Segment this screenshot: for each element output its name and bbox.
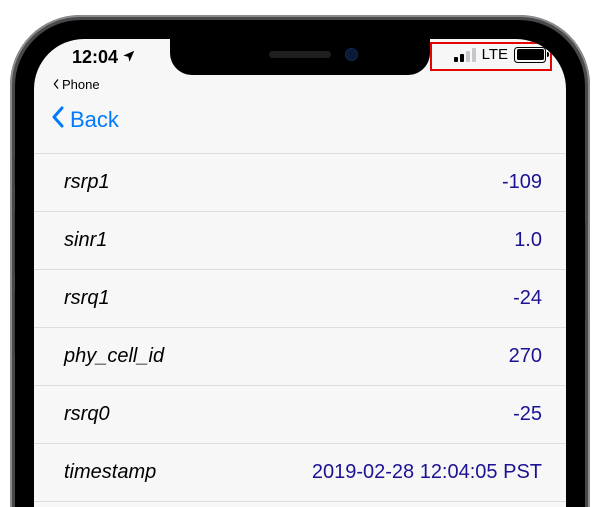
list-item: rsrq1 -24	[34, 269, 566, 327]
metric-value: 270	[509, 345, 542, 368]
chevron-left-icon	[52, 77, 60, 92]
notch	[170, 39, 430, 75]
cellular-signal-icon	[454, 48, 476, 62]
breadcrumb-label: Phone	[62, 77, 100, 92]
metric-key: rsrq0	[64, 403, 110, 426]
phone-frame: 12:04 LTE	[10, 15, 590, 507]
list-item: phy_cell_id 270	[34, 327, 566, 385]
metric-value: -24	[513, 287, 542, 310]
metric-key: sinr1	[64, 229, 107, 252]
network-type-label: LTE	[482, 46, 508, 63]
metric-key: timestamp	[64, 461, 156, 484]
battery-icon	[514, 47, 546, 63]
list-item: sinr0 1.5	[34, 501, 566, 507]
chevron-left-icon	[50, 105, 66, 135]
earpiece-speaker	[269, 51, 331, 58]
list-item: rsrp1 -109	[34, 153, 566, 211]
front-camera	[345, 48, 358, 61]
metric-key: rsrp1	[64, 171, 110, 194]
metric-key: phy_cell_id	[64, 345, 164, 368]
status-time: 12:04	[72, 47, 118, 68]
metrics-list: rsrp1 -109 sinr1 1.0 rsrq1 -24 phy_cell_…	[34, 153, 566, 507]
stage: 12:04 LTE	[0, 0, 600, 507]
location-icon	[122, 47, 136, 68]
list-item: timestamp 2019-02-28 12:04:05 PST	[34, 443, 566, 501]
screen: 12:04 LTE	[34, 39, 566, 507]
phone-bezel: 12:04 LTE	[15, 20, 585, 507]
metric-value: 2019-02-28 12:04:05 PST	[312, 461, 542, 484]
back-button[interactable]: Back	[50, 105, 119, 135]
status-bar-left: 12:04	[72, 47, 136, 68]
list-item: rsrq0 -25	[34, 385, 566, 443]
back-label: Back	[70, 107, 119, 133]
metric-value: 1.0	[514, 229, 542, 252]
metric-key: rsrq1	[64, 287, 110, 310]
metric-value: -109	[502, 171, 542, 194]
list-item: sinr1 1.0	[34, 211, 566, 269]
breadcrumb[interactable]: Phone	[52, 77, 100, 92]
metric-value: -25	[513, 403, 542, 426]
status-bar-right: LTE	[454, 46, 546, 63]
